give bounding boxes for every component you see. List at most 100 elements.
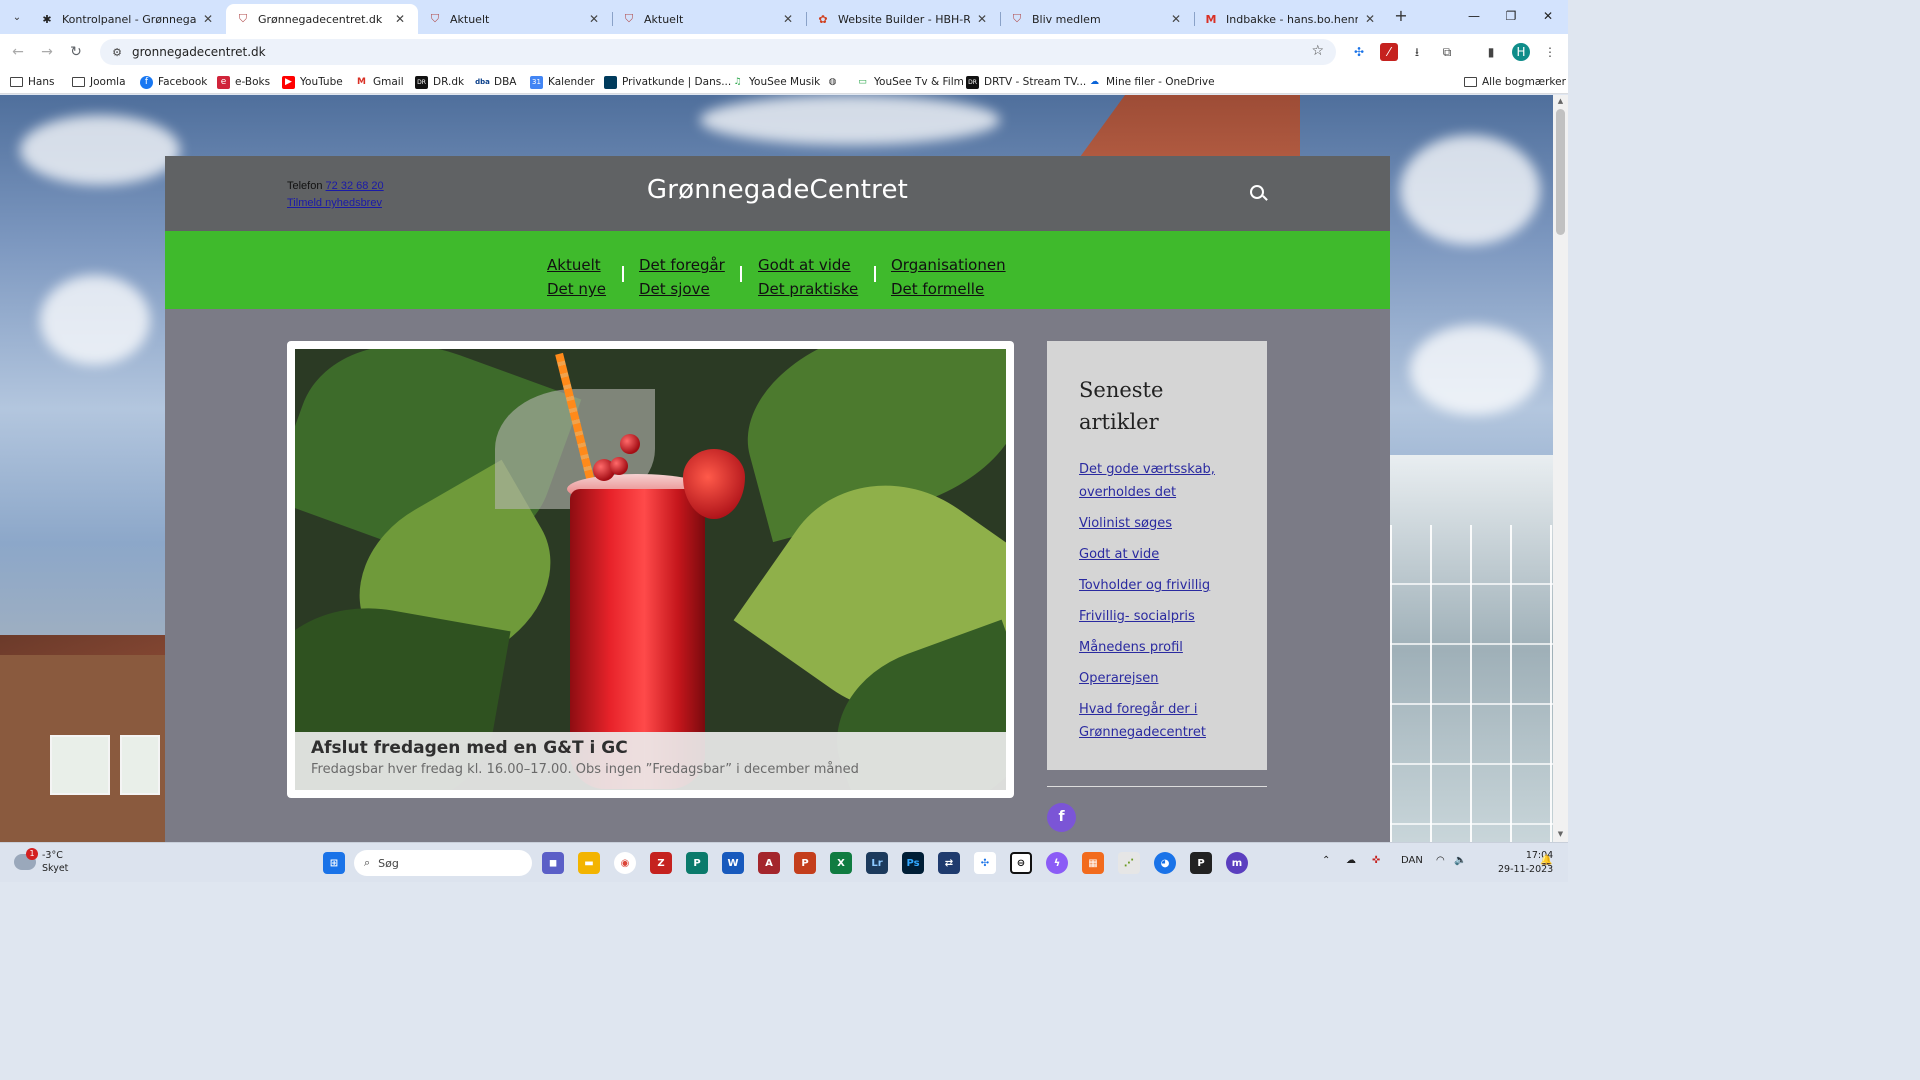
nav-sublabel[interactable]: Det sjove (639, 277, 725, 301)
tab-aktuelt-1[interactable]: ⛉ Aktuelt ✕ (418, 4, 613, 34)
tab-bliv-medlem[interactable]: ⛉ Bliv medlem ✕ (1000, 4, 1195, 34)
scrollbar-thumb[interactable] (1556, 109, 1565, 235)
speaker-icon[interactable]: 🔈 (1454, 855, 1466, 866)
word-icon[interactable]: W (722, 852, 744, 874)
puzzle-app-icon[interactable]: ✣ (974, 852, 996, 874)
tab-kontrolpanel[interactable]: ✱ Kontrolpanel - Grønnegadecen ✕ (30, 4, 227, 34)
close-window-button[interactable]: ✕ (1537, 6, 1559, 26)
extensions-icon[interactable]: ⧉ (1438, 43, 1456, 61)
address-bar[interactable]: ⚙ gronnegadecentret.dk ☆ (100, 39, 1336, 65)
tab-website-builder[interactable]: ✿ Website Builder - HBH-Rådgiv ✕ (806, 4, 1001, 34)
lightroom-icon[interactable]: Lr (866, 852, 888, 874)
language-indicator[interactable]: DAN (1401, 855, 1423, 866)
nav-item-det-foregar[interactable]: Det foregår Det sjove (639, 253, 725, 301)
filezilla-icon[interactable]: Z (650, 852, 672, 874)
page-scrollbar[interactable]: ▲ ▼ (1553, 95, 1568, 842)
nav-sublabel[interactable]: Det nye (547, 277, 606, 301)
photoshop-icon[interactable]: Ps (902, 852, 924, 874)
tab-search-button[interactable]: ⌄ (6, 6, 28, 28)
featured-image[interactable]: Afslut fredagen med en G&T i GC Fredagsb… (295, 349, 1006, 790)
site-title[interactable]: GrønnegadeCentret (165, 175, 1390, 205)
bookmark-eboks[interactable]: e e-Boks (217, 74, 270, 90)
powerpoint-icon[interactable]: P (794, 852, 816, 874)
featured-article-card[interactable]: Afslut fredagen med en G&T i GC Fredagsb… (287, 341, 1014, 798)
bookmark-privatkunde[interactable]: Privatkunde | Dans... (604, 74, 731, 90)
bookmark-joomla[interactable]: Joomla (72, 74, 126, 90)
back-button[interactable]: ← (7, 41, 29, 63)
notification-bell-icon[interactable]: 🔔 (1540, 855, 1552, 866)
bookmark-facebook[interactable]: f Facebook (140, 74, 207, 90)
chevron-up-icon[interactable]: ⌃ (1322, 855, 1330, 866)
all-bookmarks[interactable]: Alle bogmærker (1464, 74, 1566, 90)
nav-label[interactable]: Aktuelt (547, 253, 606, 277)
close-icon[interactable]: ✕ (1362, 11, 1378, 27)
office-app-icon[interactable]: ▦ (1082, 852, 1104, 874)
profile-avatar[interactable]: H (1512, 43, 1530, 61)
menu-icon[interactable]: ⋮ (1541, 43, 1559, 61)
article-link[interactable]: Tovholder og frivillig (1079, 574, 1247, 597)
teams-chat-icon[interactable]: ◼ (542, 852, 564, 874)
access-icon[interactable]: A (758, 852, 780, 874)
reload-button[interactable]: ↻ (65, 41, 87, 63)
article-link[interactable]: Månedens profil (1079, 636, 1247, 659)
close-icon[interactable]: ✕ (200, 11, 216, 27)
pdf-app-icon[interactable]: P (1190, 852, 1212, 874)
bookmark-hans[interactable]: Hans (10, 74, 54, 90)
forward-button[interactable]: → (36, 41, 58, 63)
article-link[interactable]: Hvad foregår der i Grønnegadecentret (1079, 698, 1247, 744)
nav-label[interactable]: Organisationen (891, 253, 1006, 277)
bookmark-drtv[interactable]: DR DRTV - Stream TV... (966, 74, 1086, 90)
start-button-windows-icon[interactable]: ⊞ (323, 852, 345, 874)
antivirus-tray-icon[interactable]: ✜ (1372, 855, 1380, 866)
article-link[interactable]: Det gode værtsskab, overholdes det (1079, 458, 1247, 504)
firefox-icon[interactable]: ◕ (1154, 852, 1176, 874)
scroll-up-arrow[interactable]: ▲ (1556, 97, 1565, 106)
sync-app-icon[interactable]: ⇄ (938, 852, 960, 874)
chrome-icon[interactable]: ◉ (614, 852, 636, 874)
bookmark-yousee-musik[interactable]: ♫ YouSee Musik (731, 74, 820, 90)
bookmark-dba[interactable]: dba DBA (475, 74, 516, 90)
site-info-icon[interactable]: ⚙ (110, 46, 124, 59)
article-link[interactable]: Operarejsen (1079, 667, 1247, 690)
nav-item-godt-at-vide[interactable]: Godt at vide Det praktiske (758, 253, 858, 301)
remote-app-icon[interactable]: ⊖ (1010, 852, 1032, 874)
extension-red-icon[interactable]: ⁄ (1380, 43, 1398, 61)
tab-aktuelt-2[interactable]: ⛉ Aktuelt ✕ (612, 4, 807, 34)
file-explorer-icon[interactable]: ▬ (578, 852, 600, 874)
featured-caption[interactable]: Afslut fredagen med en G&T i GC Fredagsb… (295, 732, 1006, 790)
bookmark-onedrive[interactable]: ☁ Mine filer - OneDrive (1088, 74, 1215, 90)
featured-title[interactable]: Afslut fredagen med en G&T i GC (311, 738, 990, 758)
close-icon[interactable]: ✕ (586, 11, 602, 27)
bookmark-gmail[interactable]: M Gmail (355, 74, 404, 90)
bookmark-yousee-tv[interactable]: ▭ YouSee Tv & Film (856, 74, 964, 90)
close-icon[interactable]: ✕ (780, 11, 796, 27)
close-icon[interactable]: ✕ (1168, 11, 1184, 27)
tab-gronnegadecentret[interactable]: ⛉ Grønnegadecentret.dk ✕ (226, 4, 418, 34)
nav-item-aktuelt[interactable]: Aktuelt Det nye (547, 253, 606, 301)
tab-indbakke[interactable]: M Indbakke - hans.bo.henriksen ✕ (1194, 4, 1388, 34)
bookmark-dr[interactable]: DR DR.dk (415, 74, 464, 90)
article-link[interactable]: Frivillig- socialpris (1079, 605, 1247, 628)
chart-app-icon[interactable]: ⋰ (1118, 852, 1140, 874)
wifi-icon[interactable]: ◠ (1436, 855, 1445, 866)
mu-app-icon[interactable]: m (1226, 852, 1248, 874)
bookmark-star-icon[interactable]: ☆ (1311, 43, 1324, 59)
bookmark-youtube[interactable]: ▶ YouTube (282, 74, 343, 90)
nav-item-organisationen[interactable]: Organisationen Det formelle (891, 253, 1006, 301)
facebook-icon[interactable]: f (1047, 803, 1076, 832)
minimize-button[interactable]: — (1463, 6, 1485, 26)
weather-widget[interactable]: 1 -3°C Skyet (14, 848, 68, 875)
close-icon[interactable]: ✕ (392, 11, 408, 27)
taskbar-search[interactable]: ⌕ Søg (354, 850, 532, 876)
search-icon[interactable] (1250, 185, 1264, 199)
side-panel-icon[interactable]: ▮ (1482, 43, 1500, 61)
nav-label[interactable]: Godt at vide (758, 253, 858, 277)
excel-icon[interactable]: X (830, 852, 852, 874)
article-link[interactable]: Violinist søges (1079, 512, 1247, 535)
article-link[interactable]: Godt at vide (1079, 543, 1247, 566)
nav-sublabel[interactable]: Det praktiske (758, 277, 858, 301)
nav-sublabel[interactable]: Det formelle (891, 277, 1006, 301)
scroll-down-arrow[interactable]: ▼ (1556, 830, 1565, 839)
download-icon[interactable]: ⭳ (1408, 43, 1426, 61)
publisher-icon[interactable]: P (686, 852, 708, 874)
